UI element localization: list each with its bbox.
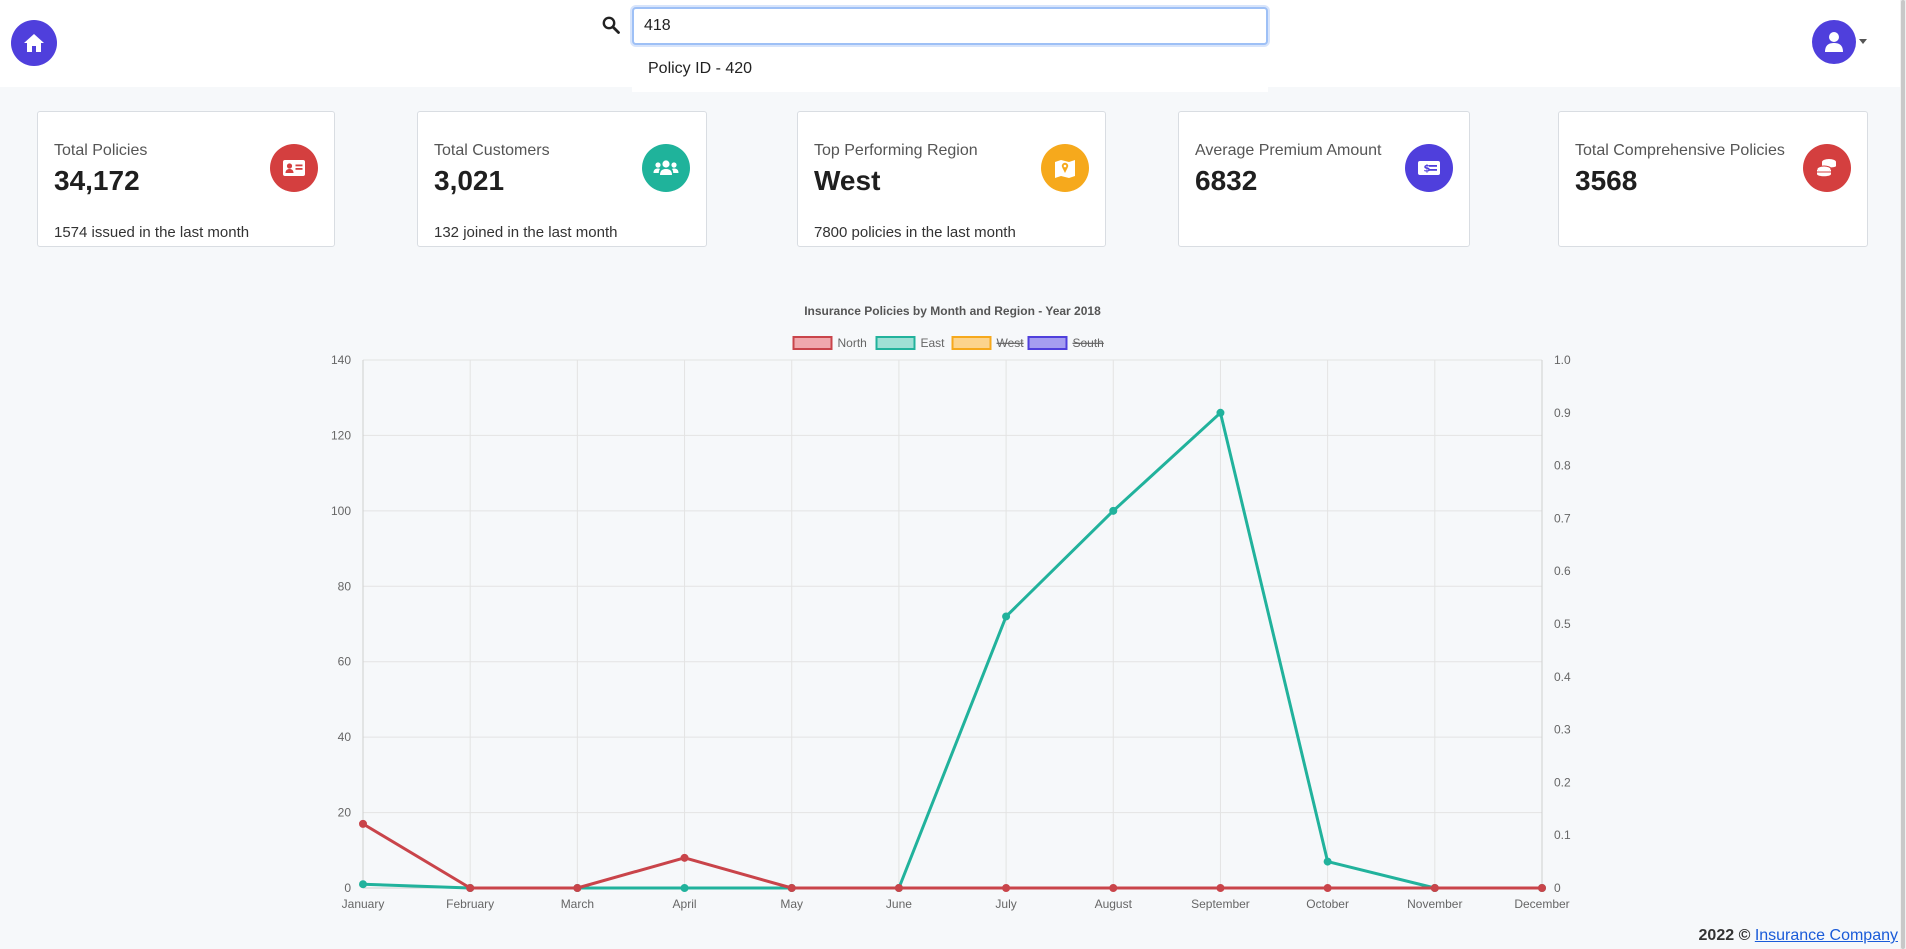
data-point-east[interactable] xyxy=(1323,857,1332,866)
footer-copyright: 2022 © xyxy=(1698,927,1751,944)
y-tick-label: 0 xyxy=(344,881,351,895)
top-navbar: Policy ID - 420 xyxy=(0,0,1906,92)
footer: 2022 © Insurance Company xyxy=(1699,927,1898,945)
home-icon xyxy=(24,34,44,52)
policies-line-chart: Insurance Policies by Month and Region -… xyxy=(300,295,1600,935)
y-tick-label: 80 xyxy=(338,579,352,593)
card-average-premium: Average Premium Amount 6832 $ xyxy=(1178,111,1470,247)
legend-swatch-north[interactable] xyxy=(792,336,833,350)
y2-tick-label: 1.0 xyxy=(1554,353,1571,367)
data-point-east[interactable] xyxy=(359,880,367,889)
y2-tick-label: 0.6 xyxy=(1554,564,1571,578)
legend-swatch-south[interactable] xyxy=(1027,336,1068,350)
footer-company-link[interactable]: Insurance Company xyxy=(1755,927,1898,944)
money-icon: $ xyxy=(1405,144,1453,192)
x-tick-label: August xyxy=(1095,897,1133,911)
search-icon xyxy=(602,16,622,36)
x-tick-label: July xyxy=(995,897,1016,911)
data-point-east[interactable] xyxy=(680,884,689,892)
search-input[interactable] xyxy=(632,7,1268,45)
card-value: West xyxy=(814,165,881,196)
data-point-north[interactable] xyxy=(573,884,582,892)
card-title: Average Premium Amount xyxy=(1195,142,1382,159)
card-comprehensive-policies: Total Comprehensive Policies 3568 xyxy=(1558,111,1868,247)
card-total-policies: Total Policies 34,172 1574 issued in the… xyxy=(37,111,335,247)
card-value: 3,021 xyxy=(434,165,505,196)
data-point-north[interactable] xyxy=(1538,884,1546,892)
x-tick-label: January xyxy=(342,897,385,911)
data-point-north[interactable] xyxy=(1430,884,1439,892)
x-tick-label: November xyxy=(1407,897,1462,911)
data-point-north[interactable] xyxy=(787,884,796,892)
card-top-region: Top Performing Region West 7800 policies… xyxy=(797,111,1106,247)
card-title: Total Customers xyxy=(434,142,550,159)
y2-tick-label: 0.2 xyxy=(1554,775,1571,789)
search-suggestion-item[interactable]: Policy ID - 420 xyxy=(632,52,1268,92)
legend-swatch-west[interactable] xyxy=(951,336,992,350)
data-point-north[interactable] xyxy=(466,884,475,892)
data-point-east[interactable] xyxy=(1109,506,1118,515)
x-tick-label: May xyxy=(780,897,803,911)
coins-icon xyxy=(1803,144,1851,192)
y2-tick-label: 0.4 xyxy=(1554,670,1571,684)
y-tick-label: 120 xyxy=(331,428,351,442)
data-point-north[interactable] xyxy=(359,819,367,828)
id-card-icon xyxy=(270,144,318,192)
y-tick-label: 60 xyxy=(338,655,352,669)
card-title: Total Policies xyxy=(54,142,148,159)
legend-label-west[interactable]: West xyxy=(997,336,1025,350)
y-tick-label: 40 xyxy=(338,730,352,744)
chevron-down-icon[interactable] xyxy=(1859,39,1867,44)
x-tick-label: February xyxy=(446,897,494,911)
users-icon xyxy=(642,144,690,192)
legend-swatch-east[interactable] xyxy=(875,336,916,350)
x-tick-label: October xyxy=(1306,897,1349,911)
card-subtext: 132 joined in the last month xyxy=(434,224,618,241)
series-line-north xyxy=(362,822,1542,890)
x-tick-label: September xyxy=(1191,897,1250,911)
legend-label-east[interactable]: East xyxy=(921,336,946,350)
y2-tick-label: 0 xyxy=(1554,881,1561,895)
x-tick-label: June xyxy=(886,897,912,911)
home-button[interactable] xyxy=(11,20,57,66)
user-menu-button[interactable] xyxy=(1812,20,1856,64)
data-point-north[interactable] xyxy=(680,853,689,862)
series-line-east xyxy=(362,411,1542,890)
card-subtext: 1574 issued in the last month xyxy=(54,224,250,241)
card-value: 3568 xyxy=(1575,165,1638,196)
user-icon xyxy=(1825,32,1843,52)
data-point-north[interactable] xyxy=(1323,884,1332,892)
data-point-north[interactable] xyxy=(1002,884,1011,892)
data-point-east[interactable] xyxy=(1002,612,1011,621)
x-tick-label: April xyxy=(673,897,697,911)
card-title: Top Performing Region xyxy=(814,142,978,159)
card-value: 6832 xyxy=(1195,165,1258,196)
x-tick-label: December xyxy=(1514,897,1569,911)
y-tick-label: 20 xyxy=(338,806,352,820)
card-title: Total Comprehensive Policies xyxy=(1575,142,1785,159)
scrollbar-thumb[interactable] xyxy=(1901,0,1905,949)
y2-tick-label: 0.5 xyxy=(1554,617,1571,631)
y2-tick-label: 0.7 xyxy=(1554,511,1571,525)
map-icon xyxy=(1041,144,1089,192)
legend-label-north[interactable]: North xyxy=(838,336,867,350)
card-value: 34,172 xyxy=(54,165,140,196)
legend-label-south[interactable]: South xyxy=(1073,336,1104,350)
chart-svg: Insurance Policies by Month and Region -… xyxy=(331,304,1571,911)
card-total-customers: Total Customers 3,021 132 joined in the … xyxy=(417,111,707,247)
y2-tick-label: 0.8 xyxy=(1554,459,1571,473)
x-tick-label: March xyxy=(561,897,594,911)
y2-tick-label: 0.9 xyxy=(1554,406,1571,420)
y-tick-label: 140 xyxy=(331,353,351,367)
data-point-east[interactable] xyxy=(1216,408,1225,417)
y2-tick-label: 0.1 xyxy=(1554,828,1571,842)
data-point-north[interactable] xyxy=(894,884,903,892)
y2-tick-label: 0.3 xyxy=(1554,723,1571,737)
chart-title: Insurance Policies by Month and Region -… xyxy=(804,304,1101,318)
y-tick-label: 100 xyxy=(331,504,351,518)
data-point-north[interactable] xyxy=(1109,884,1118,892)
data-point-north[interactable] xyxy=(1216,884,1225,892)
card-subtext: 7800 policies in the last month xyxy=(814,224,1016,241)
